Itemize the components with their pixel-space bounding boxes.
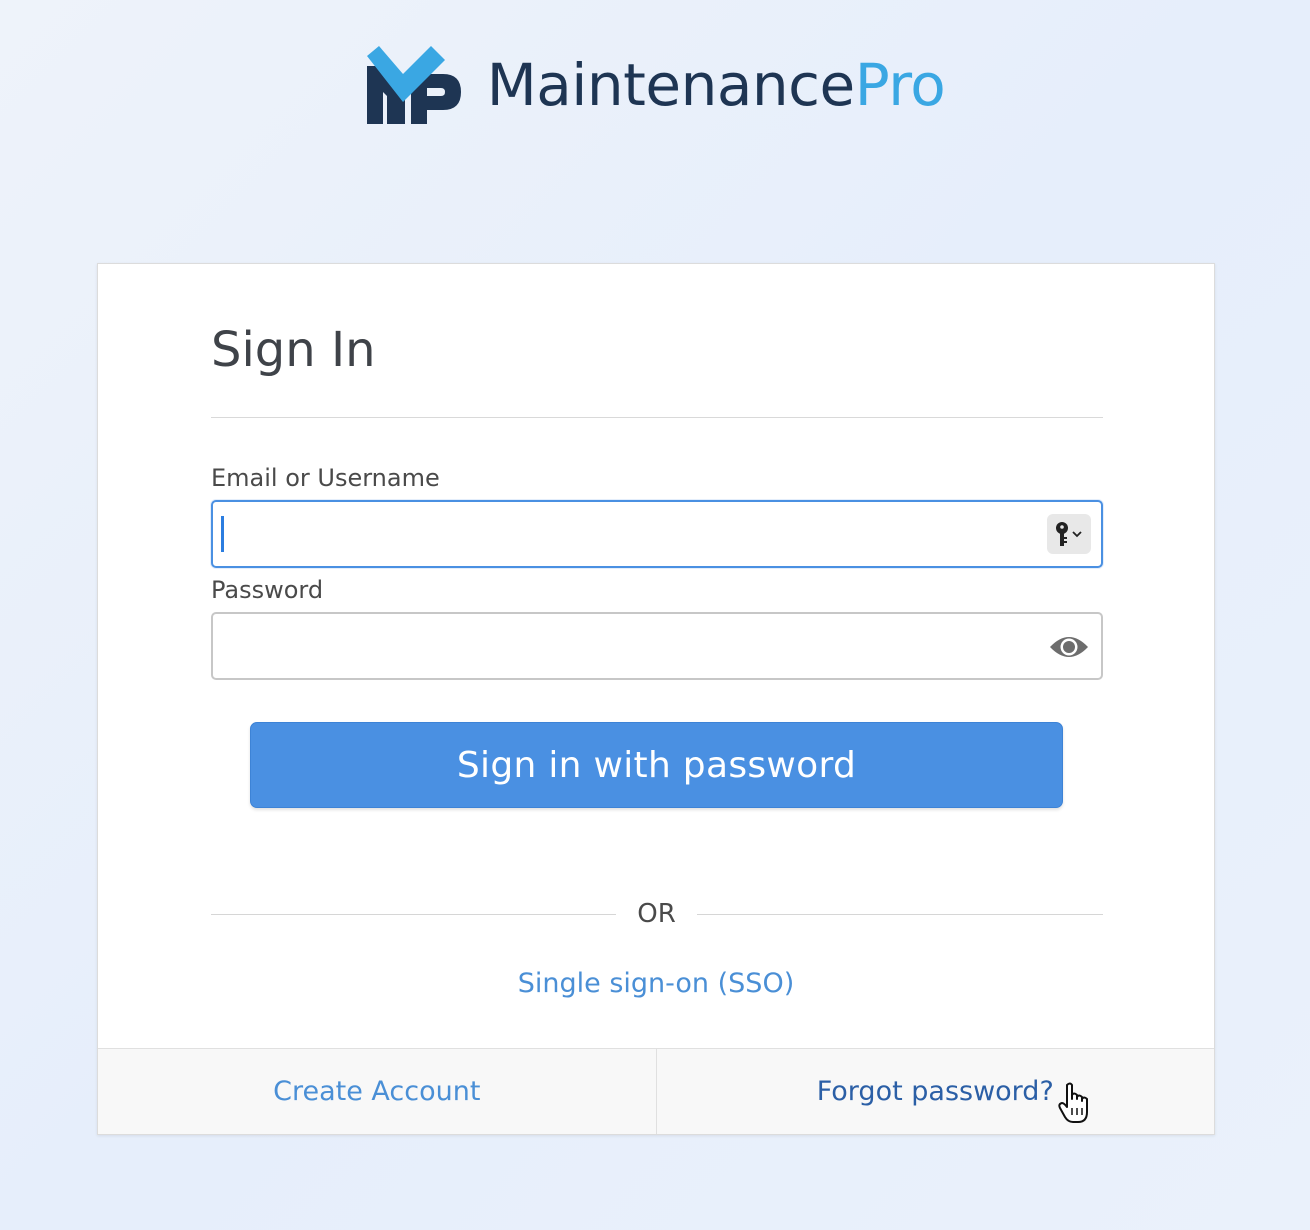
page-title: Sign In (211, 322, 376, 378)
card-footer: Create Account Forgot password? (98, 1048, 1214, 1134)
brand-name-part2: Pro (854, 51, 946, 119)
sign-in-with-password-button[interactable]: Sign in with password (250, 722, 1063, 808)
or-label: OR (637, 899, 676, 929)
hand-pointer-icon (1058, 1082, 1088, 1123)
create-account-link[interactable]: Create Account (98, 1049, 657, 1134)
email-field[interactable] (211, 500, 1103, 568)
password-manager-button[interactable] (1047, 514, 1091, 554)
signin-card: Sign In Email or Username Password Sign … (97, 263, 1215, 1135)
brand-header: MaintenancePro (0, 44, 1310, 126)
password-label: Password (211, 576, 324, 604)
or-line-left (211, 914, 616, 915)
eye-icon (1050, 637, 1088, 657)
or-separator: OR (211, 899, 1103, 929)
password-field[interactable] (211, 612, 1103, 680)
brand-name: MaintenancePro (487, 56, 946, 114)
logo-mark-icon (366, 46, 461, 124)
toggle-password-visibility-button[interactable] (1047, 629, 1091, 665)
text-caret (221, 516, 224, 552)
key-icon (1056, 522, 1082, 546)
title-divider (211, 417, 1103, 418)
forgot-password-link[interactable]: Forgot password? (657, 1049, 1215, 1134)
or-line-right (697, 914, 1103, 915)
brand-name-part1: Maintenance (486, 51, 856, 119)
email-label: Email or Username (211, 464, 440, 492)
sso-link[interactable]: Single sign-on (SSO) (98, 968, 1214, 999)
